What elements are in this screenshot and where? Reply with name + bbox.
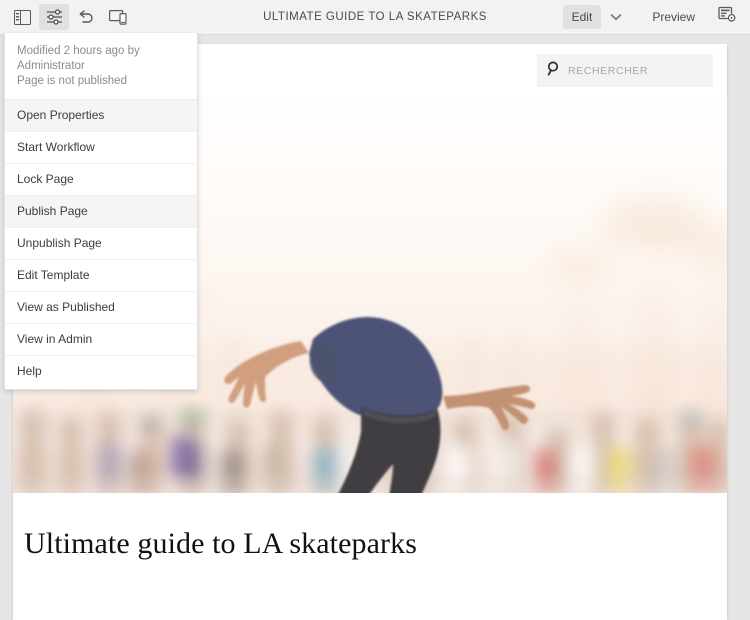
page-information-button[interactable] [712, 4, 742, 30]
menu-item-lock-page[interactable]: Lock Page [5, 164, 197, 196]
page-gear-icon [718, 6, 737, 28]
undo-icon [77, 10, 95, 25]
page-settings-icon [46, 9, 63, 25]
edit-mode-dropdown-button[interactable] [603, 5, 629, 29]
menu-item-start-workflow[interactable]: Start Workflow [5, 132, 197, 164]
publish-status-text: Page is not published [17, 74, 185, 89]
menu-item-publish-page[interactable]: Publish Page [5, 196, 197, 228]
panel-toggle-button[interactable] [7, 4, 37, 30]
search-input[interactable]: RECHERCHER [537, 54, 713, 87]
menu-item-edit-template[interactable]: Edit Template [5, 260, 197, 292]
page-settings-button[interactable] [39, 4, 69, 30]
modified-status-text: Modified 2 hours ago by Administrator [17, 44, 185, 74]
search-icon [547, 61, 561, 81]
toolbar-right-group: Edit Preview [563, 4, 742, 30]
preview-button[interactable]: Preview [643, 5, 704, 29]
page-status-block: Modified 2 hours ago by Administrator Pa… [5, 33, 197, 100]
menu-item-help[interactable]: Help [5, 356, 197, 387]
edit-mode-button[interactable]: Edit [563, 5, 602, 29]
toolbar-left-group [0, 4, 133, 30]
article-title: Ultimate guide to LA skateparks [13, 493, 727, 561]
search-placeholder-text: RECHERCHER [568, 65, 648, 77]
menu-item-unpublish-page[interactable]: Unpublish Page [5, 228, 197, 260]
responsive-preview-icon [109, 9, 128, 25]
menu-item-view-as-published[interactable]: View as Published [5, 292, 197, 324]
chevron-down-icon [610, 8, 622, 26]
undo-button[interactable] [71, 4, 101, 30]
responsive-preview-button[interactable] [103, 4, 133, 30]
menu-item-view-in-admin[interactable]: View in Admin [5, 324, 197, 356]
menu-item-open-properties[interactable]: Open Properties [5, 100, 197, 132]
top-toolbar: ULTIMATE GUIDE TO LA SKATEPARKS Edit Pre… [0, 0, 750, 35]
page-options-menu: Modified 2 hours ago by Administrator Pa… [4, 33, 198, 390]
panel-toggle-icon [14, 10, 31, 25]
